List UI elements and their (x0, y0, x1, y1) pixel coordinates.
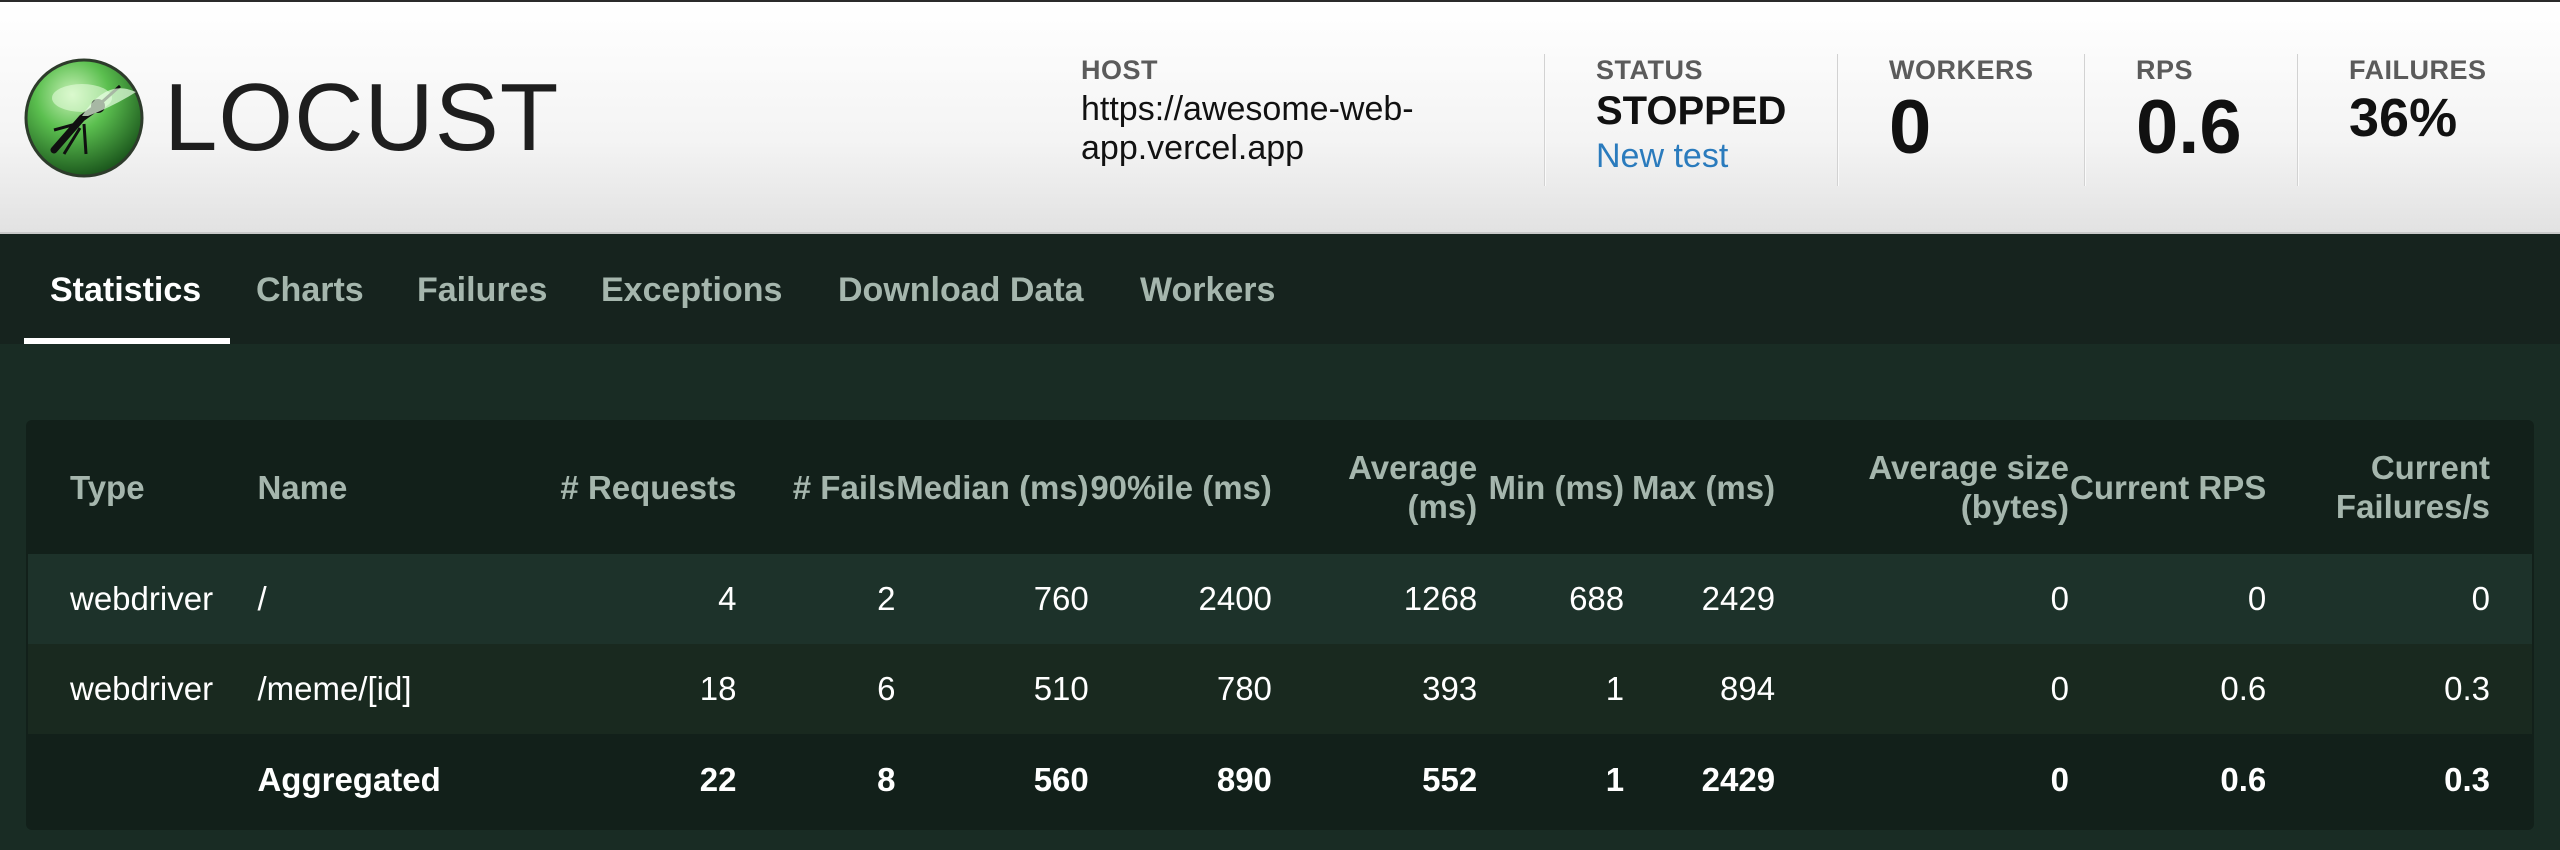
header-divider (2084, 54, 2086, 186)
locust-mosquito-logo-icon (24, 58, 144, 178)
cell-min: 688 (1569, 580, 1625, 617)
header-divider (1544, 54, 1546, 186)
column-header-90ile[interactable]: 90%ile (ms) (1089, 420, 1272, 554)
cell-median: 560 (1033, 760, 1089, 798)
cell-average-size: 0 (2050, 670, 2069, 707)
cell-median: 510 (1033, 670, 1089, 707)
cell-average-size: 0 (2050, 580, 2069, 617)
cell-90ile: 780 (1216, 670, 1272, 707)
cell-average: 393 (1422, 670, 1478, 707)
failures-stat: FAILURES 36% (2349, 54, 2487, 150)
column-header-median[interactable]: Median (ms) (896, 420, 1089, 554)
workers-stat: WORKERS 0 (1889, 54, 2034, 170)
cell-current-failures: 0.3 (2444, 670, 2490, 707)
header: LOCUST HOST https://awesome-web-app.verc… (0, 0, 2560, 234)
rps-value: 0.6 (2136, 85, 2242, 170)
cell-current-rps: 0 (2247, 580, 2267, 617)
tab-charts[interactable]: Charts (256, 234, 364, 344)
column-header-average[interactable]: Average (ms) (1272, 420, 1477, 554)
failures-value: 36% (2349, 88, 2458, 148)
cell-min: 1 (1605, 760, 1625, 798)
header-divider (2297, 54, 2299, 186)
tab-failures[interactable]: Failures (417, 234, 547, 344)
cell-max: 894 (1720, 670, 1776, 707)
column-header-fails[interactable]: # Fails (737, 420, 896, 554)
column-header-min[interactable]: Min (ms) (1477, 420, 1624, 554)
tab-bar: Statistics Charts Failures Exceptions Do… (0, 234, 2560, 344)
cell-requests: 4 (718, 580, 737, 617)
host-value: https://awesome-web-app.vercel.app (1081, 90, 1414, 167)
column-header-type[interactable]: Type (28, 420, 257, 554)
cell-fails: 2 (877, 580, 896, 617)
failures-label: FAILURES (2349, 55, 2487, 85)
cell-current-failures: 0.3 (2444, 760, 2490, 798)
status-value: STOPPED (1596, 89, 1787, 133)
new-test-link[interactable]: New test (1596, 136, 1786, 176)
rps-stat: RPS 0.6 (2136, 54, 2242, 170)
cell-type: webdriver (70, 580, 214, 617)
tab-download-data[interactable]: Download Data (838, 234, 1084, 344)
cell-current-failures: 0 (2471, 580, 2490, 617)
cell-min: 1 (1605, 670, 1625, 707)
header-divider (1837, 54, 1839, 186)
cell-name: /meme/[id] (257, 670, 412, 707)
table-row: webdriver / 4 2 760 2400 1268 688 2429 0… (28, 554, 2532, 644)
cell-90ile: 890 (1216, 760, 1272, 798)
workers-label: WORKERS (1889, 55, 2034, 85)
cell-fails: 8 (877, 760, 896, 798)
cell-fails: 6 (877, 670, 896, 707)
host-stat: HOST https://awesome-web-app.vercel.app (1081, 54, 1481, 168)
cell-current-rps: 0.6 (2220, 760, 2267, 798)
aggregated-row: Aggregated 22 8 560 890 552 1 2429 0 0.6… (28, 734, 2532, 825)
cell-median: 760 (1033, 580, 1089, 617)
status-stat: STATUS STOPPED New test (1596, 54, 1786, 176)
table-header-row: Type Name # Requests # Fails Median (ms)… (28, 420, 2532, 554)
cell-type (28, 734, 257, 825)
logo-wordmark: LOCUST (164, 64, 560, 171)
cell-current-rps: 0.6 (2220, 670, 2267, 707)
column-header-max[interactable]: Max (ms) (1624, 420, 1775, 554)
cell-name: Aggregated (257, 760, 441, 798)
tab-statistics[interactable]: Statistics (50, 234, 201, 344)
column-header-current-failures[interactable]: Current Failures/s (2266, 420, 2532, 554)
status-label: STATUS (1596, 55, 1703, 85)
active-tab-indicator (24, 338, 230, 344)
workers-value: 0 (1889, 85, 1932, 170)
cell-average: 552 (1422, 760, 1478, 798)
cell-average: 1268 (1403, 580, 1478, 617)
cell-max: 2429 (1701, 580, 1776, 617)
cell-requests: 18 (699, 670, 737, 707)
cell-average-size: 0 (2050, 760, 2069, 798)
cell-90ile: 2400 (1198, 580, 1272, 617)
column-header-current-rps[interactable]: Current RPS (2069, 420, 2266, 554)
host-label: HOST (1081, 55, 1159, 85)
statistics-table: Type Name # Requests # Fails Median (ms)… (28, 420, 2532, 825)
table-row: webdriver /meme/[id] 18 6 510 780 393 1 … (28, 644, 2532, 734)
cell-max: 2429 (1701, 760, 1776, 798)
statistics-panel: Type Name # Requests # Fails Median (ms)… (26, 420, 2534, 830)
column-header-name[interactable]: Name (257, 420, 503, 554)
tab-exceptions[interactable]: Exceptions (601, 234, 782, 344)
rps-label: RPS (2136, 55, 2194, 85)
column-header-requests[interactable]: # Requests (503, 420, 736, 554)
cell-requests: 22 (699, 760, 737, 798)
cell-name: / (257, 580, 267, 617)
locust-logo[interactable]: LOCUST (24, 58, 558, 178)
column-header-average-size[interactable]: Average size (bytes) (1775, 420, 2069, 554)
tab-workers[interactable]: Workers (1140, 234, 1275, 344)
cell-type: webdriver (70, 670, 214, 707)
